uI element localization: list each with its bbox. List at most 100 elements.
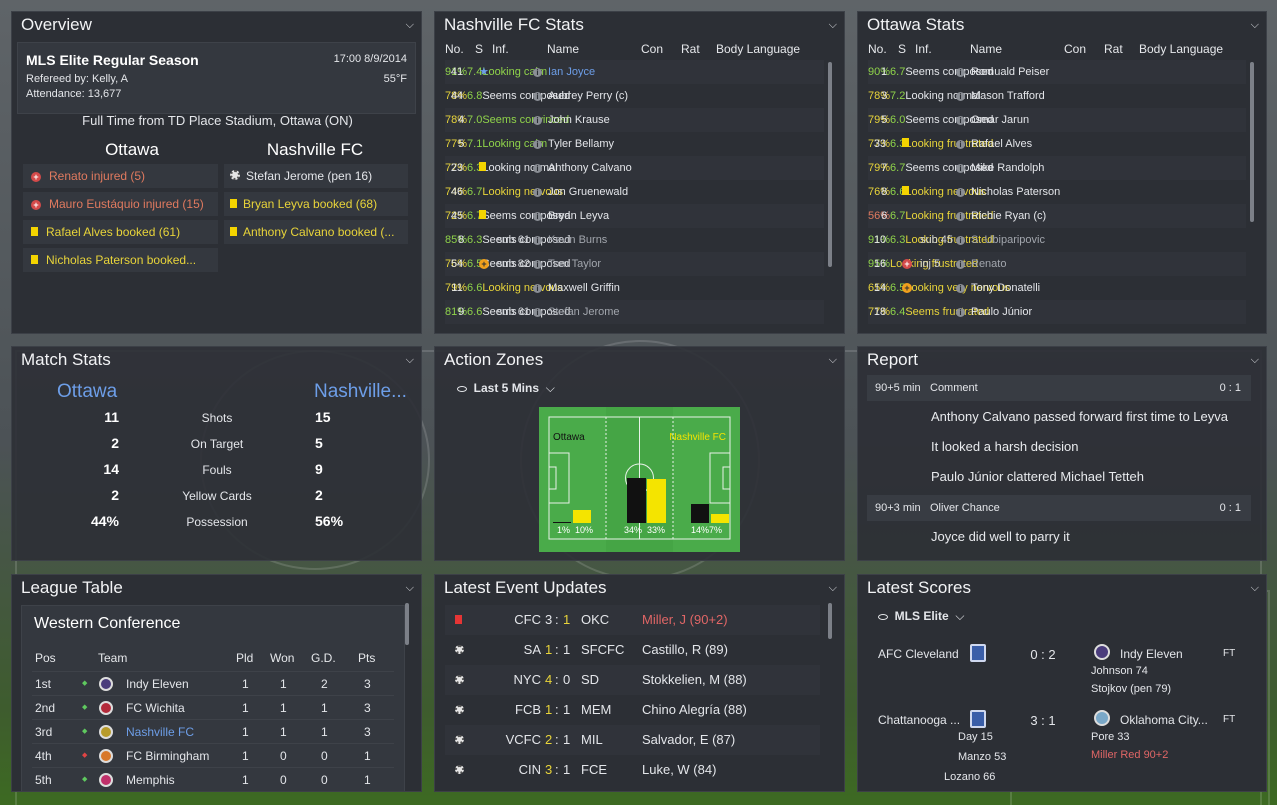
player-row[interactable]: 16 + inj 5 i Renato 95%Looking frustrated xyxy=(868,252,1246,276)
match-score[interactable]: 0 : 2 xyxy=(1008,647,1078,662)
player-name[interactable]: Ian Joyce xyxy=(548,66,595,78)
player-row[interactable]: 8 i Nicholas Paterson 76%6.6Looking nervous xyxy=(868,180,1246,204)
player-name[interactable]: Romuald Peiser xyxy=(971,66,1049,78)
event-row[interactable]: SA 1:1 SFCFC Castillo, R (89) xyxy=(445,635,820,665)
player-row[interactable]: 6 i Richie Ryan (c) 56%6.7Looking frustrate… xyxy=(868,204,1246,228)
column-header[interactable]: Won xyxy=(270,651,294,665)
event-row[interactable]: NYC 4:0 SD Stokkelien, M (88) xyxy=(445,665,820,695)
league-row[interactable]: 2nd ◆ FC Wichita 1 1 1 3 xyxy=(32,695,394,719)
player-name[interactable]: Mason Trafford xyxy=(971,90,1045,102)
column-header[interactable]: Body Language xyxy=(716,42,800,56)
action-zones-header[interactable]: Action Zones ⌵ xyxy=(435,347,844,373)
chevron-down-icon[interactable]: ⌵ xyxy=(406,347,414,373)
event-description[interactable]: Chino Alegría (88) xyxy=(642,695,747,725)
away-team[interactable]: Oklahoma City... xyxy=(1120,713,1208,727)
column-header[interactable]: Pld xyxy=(236,651,253,665)
player-row[interactable]: 11 i Maxwell Griffin 79%6.6Looking nervous xyxy=(445,276,824,300)
player-row[interactable]: 1 i Romuald Peiser 90%6.7Seems composed xyxy=(868,60,1246,84)
column-header[interactable]: Rat xyxy=(1104,42,1123,56)
column-header[interactable]: Con xyxy=(641,42,663,56)
home-team[interactable]: AFC Cleveland xyxy=(878,647,959,661)
team-name[interactable]: Nashville FC xyxy=(126,720,194,744)
team-name[interactable]: FC Wichita xyxy=(126,696,185,720)
player-row[interactable]: 46 i Jon Gruenewald 74%6.7Looking nervous xyxy=(445,180,824,204)
chevron-down-icon[interactable]: ⌵ xyxy=(829,12,837,38)
player-name-cell[interactable]: i Aubrey Perry (c) xyxy=(533,84,628,108)
event-description[interactable]: Castillo, R (89) xyxy=(642,635,728,665)
player-name[interactable]: Paulo Júnior xyxy=(971,306,1032,318)
player-name[interactable]: Tyler Bellamy xyxy=(548,138,614,150)
player-name-cell[interactable]: i Nicholas Paterson xyxy=(956,180,1060,204)
player-row[interactable]: 5 i Omar Jarun 79%6.0Seems composed xyxy=(868,108,1246,132)
overview-header[interactable]: Overview ⌵ xyxy=(12,12,421,38)
player-name-cell[interactable]: i Kevin Burns xyxy=(533,228,607,252)
player-name[interactable]: John Krause xyxy=(548,114,610,126)
column-header[interactable]: G.D. xyxy=(311,651,336,665)
player-name-cell[interactable]: i S. Ubiparipovic xyxy=(956,228,1045,252)
chevron-down-icon[interactable]: ⌵ xyxy=(829,347,837,373)
player-row[interactable]: 4 i John Krause 78%7.0Seems convinced xyxy=(445,108,824,132)
player-name-cell[interactable]: i Stefan Jerome xyxy=(533,300,620,324)
player-name-cell[interactable]: i Ian Joyce xyxy=(533,60,595,84)
match-stats-header[interactable]: Match Stats ⌵ xyxy=(12,347,421,373)
player-row[interactable]: 23 i Anthony Calvano 77%6.3Looking normal xyxy=(445,156,824,180)
column-header[interactable]: Inf. xyxy=(915,42,932,56)
column-header[interactable]: Rat xyxy=(681,42,700,56)
scrollbar[interactable] xyxy=(828,603,832,639)
league-table-header[interactable]: League Table ⌵ xyxy=(12,575,421,601)
chevron-down-icon[interactable]: ⌵ xyxy=(829,575,837,601)
player-name[interactable]: Bryan Leyva xyxy=(548,210,609,222)
event-description[interactable]: Salvador, E (87) xyxy=(642,725,735,755)
player-name-cell[interactable]: i Anthony Calvano xyxy=(533,156,632,180)
nashville-stats-header[interactable]: Nashville FC Stats ⌵ xyxy=(435,12,844,38)
player-name-cell[interactable]: i Mason Trafford xyxy=(956,84,1045,108)
player-name[interactable]: Anthony Calvano xyxy=(548,162,632,174)
team-name[interactable]: Indy Eleven xyxy=(126,672,189,696)
player-row[interactable]: 9 sub 61 i Stefan Jerome 81%6.6Seems compose… xyxy=(445,300,824,324)
column-header[interactable]: Con xyxy=(1064,42,1086,56)
home-team[interactable]: Chattanooga ... xyxy=(878,713,960,727)
event-description[interactable]: Luke, W (84) xyxy=(642,755,716,785)
player-name[interactable]: Jon Gruenewald xyxy=(548,186,628,198)
event-row[interactable]: FCB 1:1 MEM Chino Alegría (88) xyxy=(445,695,820,725)
chevron-down-icon[interactable]: ⌵ xyxy=(406,575,414,601)
league-row[interactable]: 1st ◆ Indy Eleven 1 1 2 3 xyxy=(32,671,394,695)
league-row[interactable]: 4th ◆ FC Birmingham 1 0 0 1 xyxy=(32,743,394,767)
away-team[interactable]: Indy Eleven xyxy=(1120,647,1183,661)
player-row[interactable]: 10 sub 45 i S. Ubiparipovic 91%6.3Looking fr… xyxy=(868,228,1246,252)
chevron-down-icon[interactable]: ⌵ xyxy=(1251,575,1259,601)
column-header[interactable]: Pts xyxy=(358,651,375,665)
match-score[interactable]: 3 : 1 xyxy=(1008,713,1078,728)
player-name[interactable]: S. Ubiparipovic xyxy=(971,234,1045,246)
league-row[interactable]: 5th ◆ Memphis 1 0 0 1 xyxy=(32,767,394,791)
player-name[interactable]: Nicholas Paterson xyxy=(971,186,1060,198)
player-row[interactable]: 7 i Mike Randolph 79%6.7Seems composed xyxy=(868,156,1246,180)
player-name-cell[interactable]: i Romuald Peiser xyxy=(956,60,1049,84)
scrollbar[interactable] xyxy=(405,603,409,645)
competition-filter[interactable]: MLS Elite ⌵ xyxy=(878,609,964,624)
player-name[interactable]: Mike Randolph xyxy=(971,162,1044,174)
column-header[interactable]: S xyxy=(898,42,906,56)
column-header[interactable]: Pos xyxy=(35,651,56,665)
player-name[interactable]: Tom Taylor xyxy=(548,258,601,270)
player-name[interactable]: Tony Donatelli xyxy=(971,282,1040,294)
player-name-cell[interactable]: i John Krause xyxy=(533,108,610,132)
player-name[interactable]: Stefan Jerome xyxy=(548,306,620,318)
player-name-cell[interactable]: i Paulo Júnior xyxy=(956,300,1032,324)
event-row[interactable]: VCFC 2:1 MIL Salvador, E (87) xyxy=(445,725,820,755)
team-name[interactable]: FC Birmingham xyxy=(126,744,209,768)
player-name[interactable]: Maxwell Griffin xyxy=(548,282,620,294)
latest-scores-header[interactable]: Latest Scores ⌵ xyxy=(858,575,1266,601)
event-row[interactable]: CIN 3:1 FCE Luke, W (84) xyxy=(445,755,820,785)
column-header[interactable]: No. xyxy=(445,42,464,56)
player-name-cell[interactable]: i Rafael Alves xyxy=(956,132,1032,156)
player-row[interactable]: 3 i Mason Trafford 78%7.2Looking normal xyxy=(868,84,1246,108)
event-description[interactable]: Stokkelien, M (88) xyxy=(642,665,747,695)
player-row[interactable]: 54 + sub 82 i Tom Taylor 76%6.5Seems composed xyxy=(445,252,824,276)
player-row[interactable]: 5 i Tyler Bellamy 77%7.1Looking calm xyxy=(445,132,824,156)
player-name-cell[interactable]: i Jon Gruenewald xyxy=(533,180,628,204)
chevron-down-icon[interactable]: ⌵ xyxy=(406,12,414,38)
player-name-cell[interactable]: i Tyler Bellamy xyxy=(533,132,614,156)
event-description[interactable]: Miller, J (90+2) xyxy=(642,605,728,635)
latest-events-header[interactable]: Latest Event Updates ⌵ xyxy=(435,575,844,601)
